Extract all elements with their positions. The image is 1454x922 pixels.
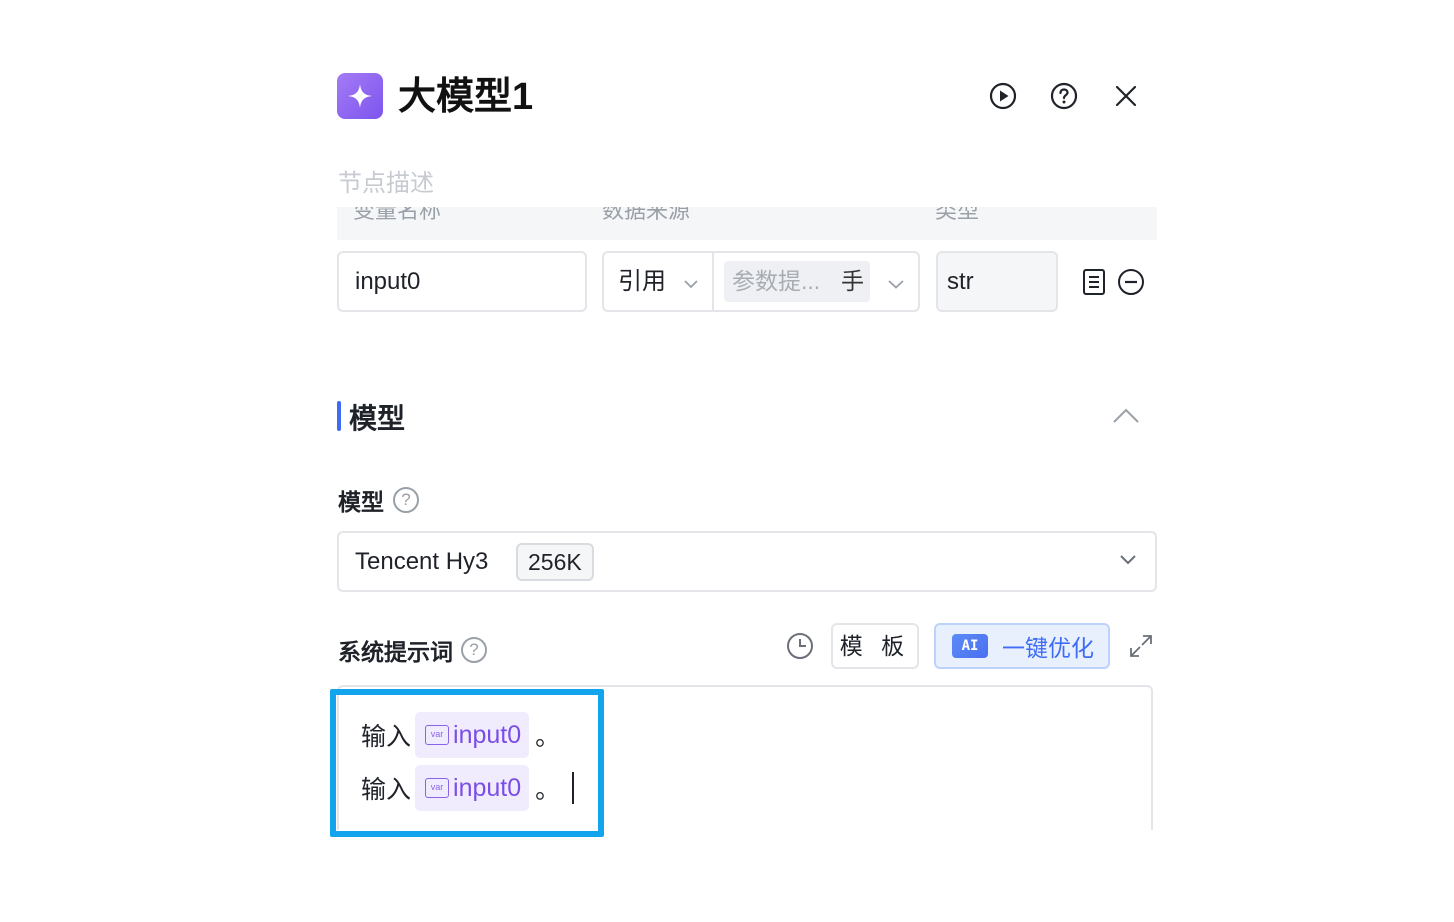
prompt-text: 。 [535, 723, 561, 751]
llm-node-icon [337, 73, 383, 119]
section-accent-bar [337, 401, 341, 431]
minus-circle-icon [1118, 269, 1144, 295]
system-prompt-help-icon[interactable]: ? [461, 637, 487, 663]
param-detail-button[interactable] [1079, 267, 1109, 297]
question-circle-icon [1050, 82, 1078, 110]
document-icon [1083, 269, 1105, 295]
system-prompt-label-row: 系统提示词 ? [338, 633, 487, 667]
play-circle-icon [989, 82, 1017, 110]
model-label: 模型 [338, 489, 384, 515]
prompt-text: 输入 [361, 776, 412, 804]
node-title[interactable]: 大模型1 [398, 72, 533, 122]
model-select[interactable]: Tencent Hy3 256K [337, 531, 1157, 592]
prompt-text: 。 [535, 776, 561, 804]
collapse-section-button[interactable] [1110, 402, 1142, 430]
column-header-name: 变量名称 [353, 207, 442, 223]
ai-optimize-label: 一键优化 [1002, 635, 1094, 661]
close-button[interactable] [1110, 80, 1142, 112]
variable-icon: var [425, 778, 450, 798]
section-title: 模型 [349, 403, 406, 434]
prompt-history-button[interactable] [786, 632, 814, 665]
input-table-header: 变量名称 数据来源 类型 [337, 207, 1157, 240]
source-value-chevron-icon[interactable] [888, 253, 904, 310]
param-type-field: str [936, 251, 1058, 312]
remove-param-button[interactable] [1116, 267, 1146, 297]
variable-chip[interactable]: var input0 [415, 712, 530, 758]
system-prompt-editor[interactable]: 输入 var input0 。 输入 var input0 。 [337, 685, 1153, 830]
source-value-label: 参数提... [732, 268, 821, 294]
run-button[interactable] [987, 80, 1019, 112]
variable-name: input0 [453, 720, 522, 749]
expand-icon [1130, 635, 1152, 657]
text-cursor [572, 772, 575, 804]
source-mode-label: 引用 [618, 268, 666, 295]
variable-icon: var [425, 725, 450, 745]
prompt-line: 输入 var input0 。 [361, 712, 560, 758]
param-source-group: 引用 参数提... 手 [602, 251, 920, 312]
variable-chip[interactable]: var input0 [415, 765, 530, 811]
model-label-row: 模型 ? [338, 483, 419, 517]
expand-editor-button[interactable] [1127, 632, 1155, 665]
sparkle-icon [348, 84, 372, 108]
source-value-tail: 手 [841, 268, 864, 294]
ai-icon: AI [952, 634, 988, 658]
model-help-icon[interactable]: ? [393, 487, 419, 513]
context-length-badge: 256K [516, 543, 594, 581]
model-name: Tencent Hy3 [355, 548, 489, 575]
column-header-source: 数据来源 [602, 207, 691, 223]
variable-name: input0 [453, 773, 522, 802]
chevron-down-icon [1119, 533, 1137, 590]
source-mode-select[interactable]: 引用 [604, 253, 714, 310]
chevron-up-icon [1113, 408, 1139, 423]
close-icon [1115, 85, 1137, 107]
chevron-down-icon [684, 253, 698, 310]
template-button[interactable]: 模 板 [831, 623, 919, 669]
source-value-tag[interactable]: 参数提... 手 [724, 261, 870, 302]
system-prompt-label: 系统提示词 [338, 639, 453, 665]
param-name-input[interactable]: input0 [337, 251, 587, 312]
ai-optimize-button[interactable]: AI 一键优化 [934, 623, 1110, 669]
prompt-line: 输入 var input0 。 [361, 765, 575, 811]
help-button[interactable] [1048, 80, 1080, 112]
column-header-type: 类型 [935, 207, 980, 223]
prompt-text: 输入 [361, 723, 412, 751]
node-description-input[interactable]: 节点描述 [338, 163, 434, 198]
clock-icon [787, 633, 813, 659]
